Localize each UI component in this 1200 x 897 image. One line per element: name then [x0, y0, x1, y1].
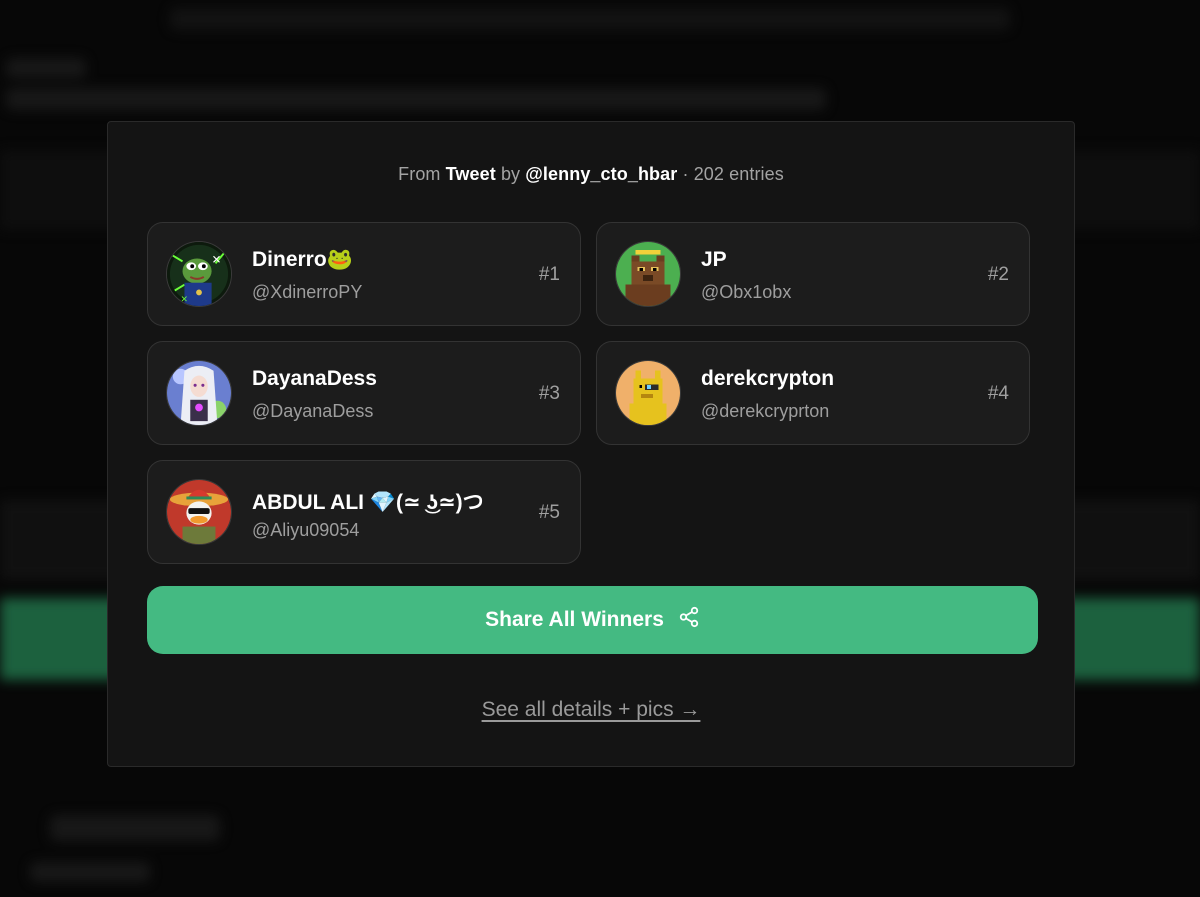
winner-handle[interactable]: @XdinerroPY [252, 282, 362, 303]
share-button-label: Share All Winners [485, 608, 664, 631]
modal-header: From Tweet by @lenny_cto_hbar · 202 entr… [108, 164, 1074, 185]
share-icon [678, 606, 700, 634]
svg-text:✕: ✕ [181, 294, 188, 304]
winner-name: derekcrypton [701, 367, 835, 390]
winner-name: DayanaDess [252, 367, 377, 390]
header-prefix: From [398, 164, 441, 184]
winner-card[interactable]: derekcrypton @derekcryprton #4 [596, 341, 1030, 445]
author-handle[interactable]: @lenny_cto_hbar [525, 164, 677, 184]
anime-girl-avatar-icon [166, 360, 232, 426]
header-separator: · [682, 164, 689, 184]
winner-name: Dinerro🐸 [252, 248, 353, 271]
winner-name: JP [701, 248, 727, 271]
svg-text:✕: ✕ [212, 253, 222, 266]
share-all-winners-button[interactable]: Share All Winners [147, 586, 1038, 654]
winner-handle[interactable]: @Obx1obx [701, 282, 791, 303]
pixel-bear-avatar-icon [615, 241, 681, 307]
pepe-avatar-icon: ✕ ✕ [166, 241, 232, 307]
winner-name: ABDUL ALI 💎(≃ ͜ʖ≃)つ [252, 491, 484, 514]
winner-handle[interactable]: @Aliyu09054 [252, 520, 359, 541]
winners-modal: From Tweet by @lenny_cto_hbar · 202 entr… [107, 121, 1075, 767]
see-all-details-link[interactable]: See all details + pics → [108, 698, 1074, 722]
winner-rank: #5 [538, 502, 560, 523]
winner-card[interactable]: ✕ ✕ Dinerro🐸 @XdinerroPY #1 [147, 222, 581, 326]
winner-handle[interactable]: @DayanaDess [252, 401, 373, 422]
winner-rank: #3 [538, 383, 560, 404]
winner-rank: #4 [987, 383, 1009, 404]
winner-rank: #1 [538, 264, 560, 285]
entries-count: 202 entries [693, 164, 784, 184]
tweet-link[interactable]: Tweet [446, 164, 496, 184]
winner-card[interactable]: DayanaDess @DayanaDess #3 [147, 341, 581, 445]
header-by: by [500, 164, 521, 184]
winner-card[interactable]: JP @Obx1obx #2 [596, 222, 1030, 326]
pixel-dog-avatar-icon [615, 360, 681, 426]
winner-handle[interactable]: @derekcryprton [701, 401, 829, 422]
duck-sombrero-avatar-icon [166, 479, 232, 545]
winner-card[interactable]: ABDUL ALI 💎(≃ ͜ʖ≃)つ @Aliyu09054 #5 [147, 460, 581, 564]
winner-rank: #2 [987, 264, 1009, 285]
